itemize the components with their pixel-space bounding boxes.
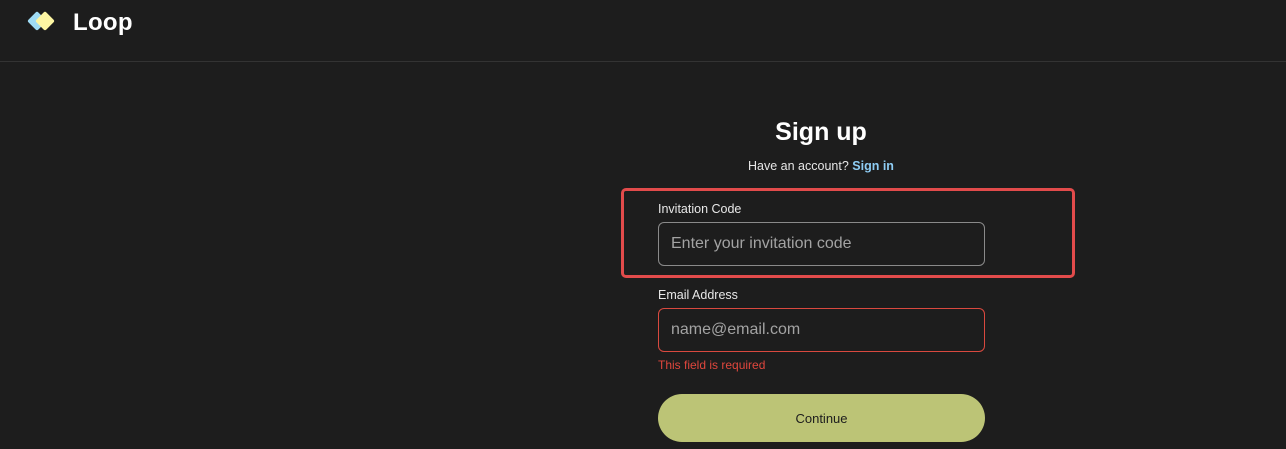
sign-in-link[interactable]: Sign in [852, 159, 894, 173]
email-input[interactable] [658, 308, 985, 352]
have-account-text: Have an account? [748, 159, 849, 173]
brand-name: Loop [73, 9, 133, 36]
loop-logo-icon [27, 9, 57, 37]
brand-logo[interactable]: Loop [27, 9, 133, 37]
sign-in-prompt: Have an account? Sign in [621, 159, 1021, 173]
page-title: Sign up [775, 118, 867, 146]
invitation-code-label: Invitation Code [658, 202, 742, 216]
email-label: Email Address [658, 288, 738, 302]
continue-button[interactable]: Continue [658, 394, 985, 442]
email-error-message: This field is required [658, 358, 766, 372]
invitation-code-input[interactable] [658, 222, 985, 266]
top-bar: Loop [0, 0, 1286, 62]
